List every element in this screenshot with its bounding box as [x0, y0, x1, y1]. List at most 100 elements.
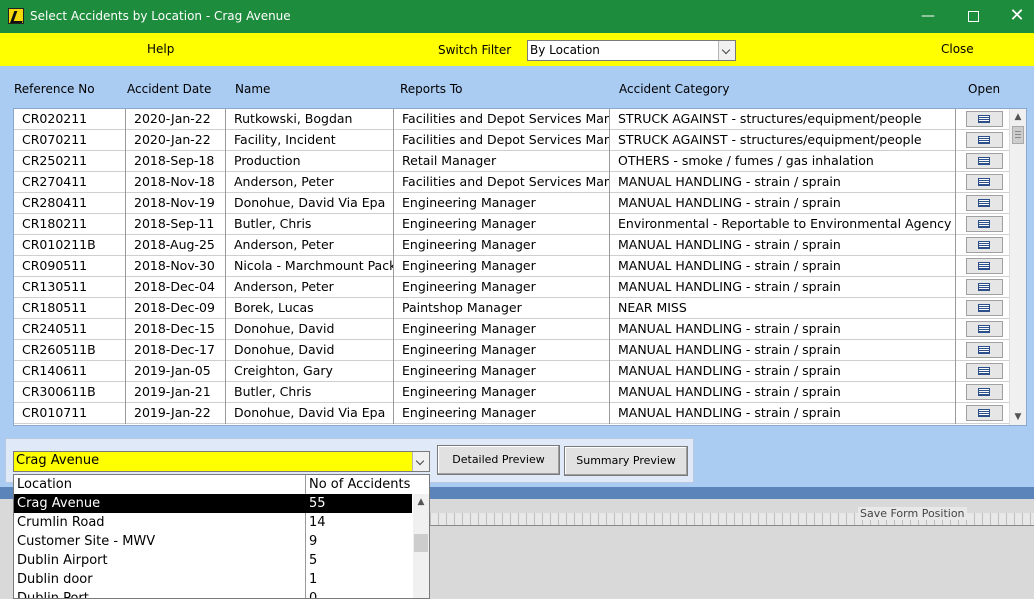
- cell-reports-to[interactable]: Engineering Manager: [394, 256, 610, 277]
- cell-reports-to[interactable]: Engineering Manager: [394, 361, 610, 382]
- cell-reports-to[interactable]: Engineering Manager: [394, 277, 610, 298]
- cell-reports-to[interactable]: Engineering Manager: [394, 214, 610, 235]
- cell-accident-date[interactable]: 2019-Jan-22: [126, 403, 226, 424]
- table-row[interactable]: CR300611B 2019-Jan-21 Butler, Chris Enginee…: [14, 382, 1009, 403]
- open-record-button[interactable]: [966, 384, 1003, 400]
- open-record-button[interactable]: [966, 237, 1003, 253]
- table-row[interactable]: CR130511 2018-Dec-04 Anderson, Peter Engine…: [14, 277, 1009, 298]
- open-record-button[interactable]: [966, 132, 1003, 148]
- open-record-button[interactable]: [966, 363, 1003, 379]
- table-row[interactable]: CR240511 2018-Dec-15 Donohue, David Enginee…: [14, 319, 1009, 340]
- dropdown-scrollbar[interactable]: ▲: [413, 494, 429, 598]
- cell-name[interactable]: Anderson, Peter: [226, 235, 394, 256]
- cell-reference-no[interactable]: CR010711: [14, 403, 126, 424]
- filter-select[interactable]: By Location: [527, 40, 736, 61]
- cell-accident-date[interactable]: 2019-Jan-21: [126, 382, 226, 403]
- table-row[interactable]: CR010211B 2018-Aug-25 Anderson, Peter Engin…: [14, 235, 1009, 256]
- dropdown-option[interactable]: Dublin Airport 5: [14, 551, 412, 570]
- minimize-button[interactable]: —: [913, 5, 943, 27]
- cell-name[interactable]: Anderson, Peter: [226, 172, 394, 193]
- cell-name[interactable]: Nicola - Marchmount Pack: [226, 256, 394, 277]
- cell-name[interactable]: Donohue, David Via Epa: [226, 403, 394, 424]
- cell-accident-category[interactable]: OTHERS - smoke / fumes / gas inhalation: [610, 151, 956, 172]
- chevron-down-icon[interactable]: [412, 452, 429, 471]
- table-row[interactable]: CR070211 2020-Jan-22 Facility, Incident Fac…: [14, 130, 1009, 151]
- cell-accident-category[interactable]: STRUCK AGAINST - structures/equipment/pe…: [610, 109, 956, 130]
- cell-reference-no[interactable]: CR260511B: [14, 340, 126, 361]
- cell-accident-date[interactable]: 2018-Dec-04: [126, 277, 226, 298]
- cell-reference-no[interactable]: CR250211: [14, 151, 126, 172]
- cell-accident-category[interactable]: MANUAL HANDLING - strain / sprain: [610, 403, 956, 424]
- table-row[interactable]: CR020211 2020-Jan-22 Rutkowski, Bogdan Faci…: [14, 109, 1009, 130]
- cell-reference-no[interactable]: CR130511: [14, 277, 126, 298]
- chevron-down-icon[interactable]: [718, 41, 735, 60]
- cell-name[interactable]: Donohue, David Via Epa: [226, 193, 394, 214]
- scroll-up-icon[interactable]: ▲: [1010, 109, 1026, 125]
- cell-reference-no[interactable]: CR300611B: [14, 382, 126, 403]
- cell-accident-category[interactable]: MANUAL HANDLING - strain / sprain: [610, 193, 956, 214]
- detailed-preview-button[interactable]: Detailed Preview: [437, 445, 560, 475]
- open-record-button[interactable]: [966, 279, 1003, 295]
- cell-accident-date[interactable]: 2018-Dec-15: [126, 319, 226, 340]
- help-link[interactable]: Help: [147, 42, 174, 56]
- cell-reports-to[interactable]: Engineering Manager: [394, 235, 610, 256]
- cell-accident-category[interactable]: MANUAL HANDLING - strain / sprain: [610, 235, 956, 256]
- summary-preview-button[interactable]: Summary Preview: [564, 446, 688, 476]
- cell-accident-date[interactable]: 2020-Jan-22: [126, 130, 226, 151]
- cell-reference-no[interactable]: CR240511: [14, 319, 126, 340]
- cell-reference-no[interactable]: CR280411: [14, 193, 126, 214]
- dropdown-option[interactable]: Customer Site - MWV 9: [14, 532, 412, 551]
- cell-name[interactable]: Donohue, David: [226, 340, 394, 361]
- cell-accident-category[interactable]: MANUAL HANDLING - strain / sprain: [610, 256, 956, 277]
- cell-reports-to[interactable]: Engineering Manager: [394, 319, 610, 340]
- cell-accident-date[interactable]: 2018-Sep-18: [126, 151, 226, 172]
- cell-accident-date[interactable]: 2018-Dec-17: [126, 340, 226, 361]
- cell-name[interactable]: Anderson, Peter: [226, 277, 394, 298]
- table-row[interactable]: CR180211 2018-Sep-11 Butler, Chris Engineer…: [14, 214, 1009, 235]
- cell-reports-to[interactable]: Facilities and Depot Services Man: [394, 109, 610, 130]
- cell-reports-to[interactable]: Retail Manager: [394, 151, 610, 172]
- cell-name[interactable]: Borek, Lucas: [226, 298, 394, 319]
- cell-accident-category[interactable]: STRUCK AGAINST - structures/equipment/pe…: [610, 130, 956, 151]
- cell-accident-date[interactable]: 2019-Jan-05: [126, 361, 226, 382]
- cell-reference-no[interactable]: CR010211B: [14, 235, 126, 256]
- dropdown-option[interactable]: Crag Avenue 55: [14, 494, 412, 513]
- open-record-button[interactable]: [966, 216, 1003, 232]
- open-record-button[interactable]: [966, 405, 1003, 421]
- close-link[interactable]: Close: [941, 42, 974, 56]
- cell-accident-category[interactable]: MANUAL HANDLING - strain / sprain: [610, 319, 956, 340]
- cell-accident-date[interactable]: 2020-Jan-22: [126, 109, 226, 130]
- cell-accident-date[interactable]: 2018-Nov-19: [126, 193, 226, 214]
- cell-name[interactable]: Facility, Incident: [226, 130, 394, 151]
- cell-reports-to[interactable]: Engineering Manager: [394, 340, 610, 361]
- open-record-button[interactable]: [966, 111, 1003, 127]
- scroll-up-icon[interactable]: ▲: [413, 494, 429, 510]
- cell-accident-category[interactable]: MANUAL HANDLING - strain / sprain: [610, 277, 956, 298]
- table-scrollbar[interactable]: ▲ ▼: [1009, 109, 1026, 425]
- cell-name[interactable]: Butler, Chris: [226, 382, 394, 403]
- location-select[interactable]: Crag Avenue: [13, 451, 430, 472]
- cell-reference-no[interactable]: CR070211: [14, 130, 126, 151]
- cell-reference-no[interactable]: CR180211: [14, 214, 126, 235]
- cell-reports-to[interactable]: Engineering Manager: [394, 403, 610, 424]
- scroll-thumb[interactable]: [1012, 126, 1024, 144]
- dropdown-option[interactable]: Dublin Port 0: [14, 589, 412, 598]
- table-row[interactable]: CR270411 2018-Nov-18 Anderson, Peter Facili…: [14, 172, 1009, 193]
- open-record-button[interactable]: [966, 174, 1003, 190]
- dropdown-option[interactable]: Dublin door 1: [14, 570, 412, 589]
- open-record-button[interactable]: [966, 258, 1003, 274]
- cell-reports-to[interactable]: Facilities and Depot Services Man: [394, 172, 610, 193]
- cell-accident-date[interactable]: 2018-Sep-11: [126, 214, 226, 235]
- cell-reports-to[interactable]: Engineering Manager: [394, 193, 610, 214]
- table-row[interactable]: CR250211 2018-Sep-18 Production Retail Mana…: [14, 151, 1009, 172]
- cell-accident-category[interactable]: MANUAL HANDLING - strain / sprain: [610, 340, 956, 361]
- cell-reference-no[interactable]: CR180511: [14, 298, 126, 319]
- cell-reference-no[interactable]: CR090511: [14, 256, 126, 277]
- cell-accident-date[interactable]: 2018-Nov-18: [126, 172, 226, 193]
- scroll-thumb[interactable]: [414, 534, 428, 552]
- table-row[interactable]: CR010711 2019-Jan-22 Donohue, David Via Ep…: [14, 403, 1009, 424]
- open-record-button[interactable]: [966, 195, 1003, 211]
- cell-name[interactable]: Donohue, David: [226, 319, 394, 340]
- cell-name[interactable]: Butler, Chris: [226, 214, 394, 235]
- table-row[interactable]: CR260511B 2018-Dec-17 Donohue, David Engine…: [14, 340, 1009, 361]
